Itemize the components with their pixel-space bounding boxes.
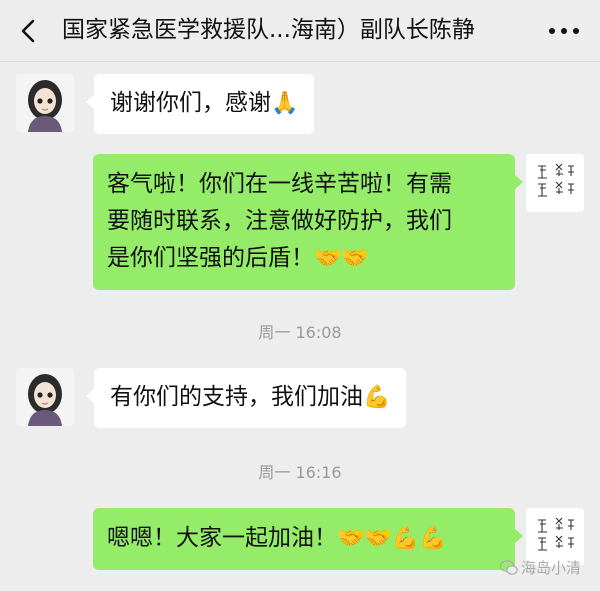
emoji-flexed-biceps: 💪	[363, 385, 391, 410]
chat-header: 国家紧急医学救援队...海南）副队长陈静	[0, 0, 600, 62]
my-avatar[interactable]	[526, 154, 584, 212]
wechat-logo-icon	[500, 559, 518, 575]
message-bubble-incoming[interactable]: 有你们的支持，我们加油💪	[85, 368, 407, 428]
more-dots-icon[interactable]	[544, 18, 584, 44]
watermark-text: 海岛小清	[521, 559, 582, 577]
message-text: 嗯嗯！大家一起加油！	[107, 525, 337, 551]
message-text: 谢谢你们，感谢	[110, 90, 271, 116]
emoji-handshake-biceps: 🤝🤝💪💪	[337, 526, 447, 551]
contact-avatar[interactable]	[16, 74, 74, 132]
message-bubble-incoming[interactable]: 谢谢你们，感谢🙏	[85, 74, 315, 134]
message-line: 要随时联系，注意做好防护，我们	[107, 208, 452, 234]
emoji-handshake: 🤝🤝	[314, 246, 369, 271]
emoji-folded-hands: 🙏	[271, 91, 299, 116]
timestamp: 周一 16:08	[258, 323, 342, 342]
contact-avatar[interactable]	[16, 368, 74, 426]
message-bubble-outgoing[interactable]: 客气啦！你们在一线辛苦啦！有需 要随时联系，注意做好防护，我们 是你们坚强的后盾…	[93, 154, 523, 290]
watermark: 海岛小清	[500, 557, 581, 578]
timestamp: 周一 16:16	[258, 463, 342, 482]
chevron-left-icon[interactable]	[14, 16, 44, 46]
message-line: 客气啦！你们在一线辛苦啦！有需	[107, 171, 452, 197]
message-line: 是你们坚强的后盾！	[107, 245, 314, 271]
message-text: 有你们的支持，我们加油	[110, 384, 363, 410]
message-bubble-outgoing[interactable]: 嗯嗯！大家一起加油！🤝🤝💪💪	[93, 508, 523, 570]
chat-title: 国家紧急医学救援队...海南）副队长陈静	[62, 17, 475, 43]
